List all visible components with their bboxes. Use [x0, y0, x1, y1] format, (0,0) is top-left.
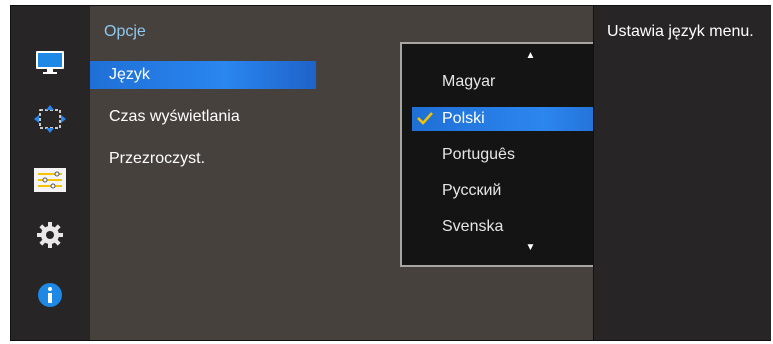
move-position-icon[interactable]	[31, 102, 69, 136]
osd-window: Opcje Język Czas wyświetlania Przezroczy…	[10, 5, 771, 341]
language-option-label: Polski	[442, 110, 485, 127]
gear-icon[interactable]	[31, 218, 69, 252]
info-icon[interactable]	[31, 278, 69, 312]
panel-title: Opcje	[104, 23, 146, 40]
monitor-icon[interactable]	[31, 46, 69, 80]
left-icon-bar	[11, 6, 90, 340]
help-text: Ustawia język menu.	[607, 23, 754, 40]
menu-item-language[interactable]: Język	[90, 61, 316, 89]
options-panel: Opcje Język Czas wyświetlania Przezroczy…	[90, 6, 661, 340]
options-sliders-icon[interactable]	[31, 163, 69, 197]
menu-item-display-time[interactable]: Czas wyświetlania	[90, 103, 316, 131]
checkmark-icon	[416, 110, 434, 134]
help-panel: Ustawia język menu.	[593, 6, 771, 340]
menu-item-transparency[interactable]: Przezroczyst.	[90, 145, 316, 173]
